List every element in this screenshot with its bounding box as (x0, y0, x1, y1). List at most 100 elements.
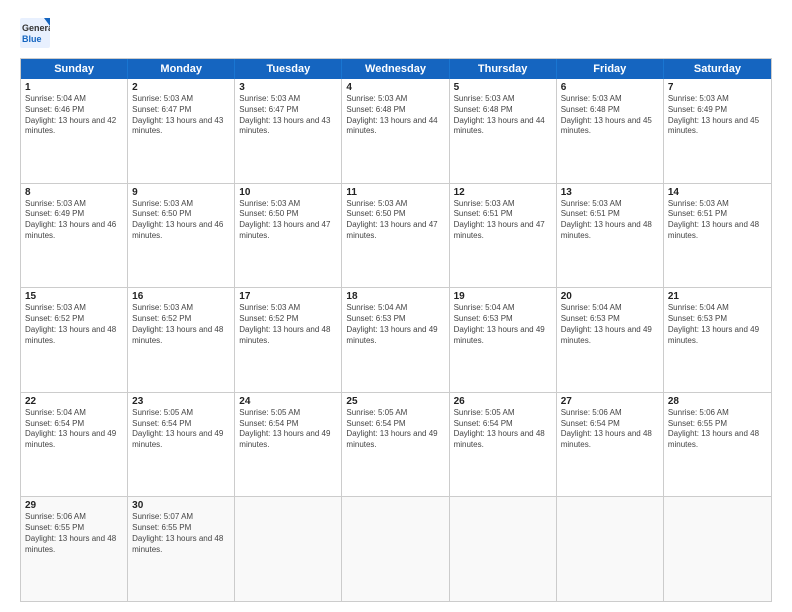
day-number: 18 (346, 291, 444, 302)
day-number: 3 (239, 82, 337, 93)
calendar-cell: 23Sunrise: 5:05 AMSunset: 6:54 PMDayligh… (128, 393, 235, 497)
day-info: Sunrise: 5:04 AMSunset: 6:53 PMDaylight:… (346, 303, 444, 346)
calendar-body: 1Sunrise: 5:04 AMSunset: 6:46 PMDaylight… (21, 79, 771, 601)
weekday-header: Saturday (664, 59, 771, 79)
day-number: 14 (668, 187, 767, 198)
day-number: 28 (668, 396, 767, 407)
day-number: 9 (132, 187, 230, 198)
calendar-cell: 15Sunrise: 5:03 AMSunset: 6:52 PMDayligh… (21, 288, 128, 392)
day-info: Sunrise: 5:06 AMSunset: 6:55 PMDaylight:… (25, 512, 123, 555)
day-info: Sunrise: 5:03 AMSunset: 6:48 PMDaylight:… (346, 94, 444, 137)
calendar-cell: 8Sunrise: 5:03 AMSunset: 6:49 PMDaylight… (21, 184, 128, 288)
day-number: 21 (668, 291, 767, 302)
day-info: Sunrise: 5:03 AMSunset: 6:48 PMDaylight:… (454, 94, 552, 137)
logo: General Blue (20, 18, 50, 48)
day-number: 29 (25, 500, 123, 511)
day-info: Sunrise: 5:05 AMSunset: 6:54 PMDaylight:… (346, 408, 444, 451)
weekday-header: Sunday (21, 59, 128, 79)
day-info: Sunrise: 5:03 AMSunset: 6:52 PMDaylight:… (25, 303, 123, 346)
svg-text:General: General (22, 23, 50, 33)
day-info: Sunrise: 5:03 AMSunset: 6:50 PMDaylight:… (132, 199, 230, 242)
calendar-cell: 4Sunrise: 5:03 AMSunset: 6:48 PMDaylight… (342, 79, 449, 183)
calendar-row: 1Sunrise: 5:04 AMSunset: 6:46 PMDaylight… (21, 79, 771, 183)
day-info: Sunrise: 5:04 AMSunset: 6:46 PMDaylight:… (25, 94, 123, 137)
calendar-cell (342, 497, 449, 601)
day-info: Sunrise: 5:03 AMSunset: 6:51 PMDaylight:… (561, 199, 659, 242)
calendar-cell: 13Sunrise: 5:03 AMSunset: 6:51 PMDayligh… (557, 184, 664, 288)
calendar-cell: 29Sunrise: 5:06 AMSunset: 6:55 PMDayligh… (21, 497, 128, 601)
day-number: 30 (132, 500, 230, 511)
calendar-cell: 22Sunrise: 5:04 AMSunset: 6:54 PMDayligh… (21, 393, 128, 497)
calendar-row: 29Sunrise: 5:06 AMSunset: 6:55 PMDayligh… (21, 496, 771, 601)
header: General Blue (20, 18, 772, 48)
calendar: SundayMondayTuesdayWednesdayThursdayFrid… (20, 58, 772, 602)
weekday-header: Friday (557, 59, 664, 79)
weekday-header: Monday (128, 59, 235, 79)
calendar-cell: 1Sunrise: 5:04 AMSunset: 6:46 PMDaylight… (21, 79, 128, 183)
calendar-cell: 20Sunrise: 5:04 AMSunset: 6:53 PMDayligh… (557, 288, 664, 392)
calendar-cell: 12Sunrise: 5:03 AMSunset: 6:51 PMDayligh… (450, 184, 557, 288)
day-info: Sunrise: 5:03 AMSunset: 6:52 PMDaylight:… (239, 303, 337, 346)
calendar-cell (450, 497, 557, 601)
day-number: 12 (454, 187, 552, 198)
calendar-cell: 10Sunrise: 5:03 AMSunset: 6:50 PMDayligh… (235, 184, 342, 288)
day-info: Sunrise: 5:04 AMSunset: 6:53 PMDaylight:… (561, 303, 659, 346)
calendar-cell: 26Sunrise: 5:05 AMSunset: 6:54 PMDayligh… (450, 393, 557, 497)
day-number: 1 (25, 82, 123, 93)
weekday-header: Wednesday (342, 59, 449, 79)
weekday-header: Thursday (450, 59, 557, 79)
day-info: Sunrise: 5:05 AMSunset: 6:54 PMDaylight:… (454, 408, 552, 451)
day-number: 8 (25, 187, 123, 198)
calendar-cell: 16Sunrise: 5:03 AMSunset: 6:52 PMDayligh… (128, 288, 235, 392)
day-number: 10 (239, 187, 337, 198)
calendar-cell: 30Sunrise: 5:07 AMSunset: 6:55 PMDayligh… (128, 497, 235, 601)
calendar-cell: 3Sunrise: 5:03 AMSunset: 6:47 PMDaylight… (235, 79, 342, 183)
calendar-cell: 25Sunrise: 5:05 AMSunset: 6:54 PMDayligh… (342, 393, 449, 497)
calendar-cell: 21Sunrise: 5:04 AMSunset: 6:53 PMDayligh… (664, 288, 771, 392)
day-info: Sunrise: 5:05 AMSunset: 6:54 PMDaylight:… (239, 408, 337, 451)
calendar-cell (235, 497, 342, 601)
day-info: Sunrise: 5:04 AMSunset: 6:53 PMDaylight:… (668, 303, 767, 346)
day-number: 6 (561, 82, 659, 93)
calendar-header: SundayMondayTuesdayWednesdayThursdayFrid… (21, 59, 771, 79)
day-info: Sunrise: 5:03 AMSunset: 6:51 PMDaylight:… (668, 199, 767, 242)
day-info: Sunrise: 5:03 AMSunset: 6:51 PMDaylight:… (454, 199, 552, 242)
calendar-cell: 7Sunrise: 5:03 AMSunset: 6:49 PMDaylight… (664, 79, 771, 183)
day-number: 26 (454, 396, 552, 407)
day-info: Sunrise: 5:03 AMSunset: 6:52 PMDaylight:… (132, 303, 230, 346)
calendar-cell: 27Sunrise: 5:06 AMSunset: 6:54 PMDayligh… (557, 393, 664, 497)
weekday-header: Tuesday (235, 59, 342, 79)
day-number: 16 (132, 291, 230, 302)
calendar-cell: 11Sunrise: 5:03 AMSunset: 6:50 PMDayligh… (342, 184, 449, 288)
calendar-row: 15Sunrise: 5:03 AMSunset: 6:52 PMDayligh… (21, 287, 771, 392)
day-number: 24 (239, 396, 337, 407)
day-number: 19 (454, 291, 552, 302)
day-info: Sunrise: 5:04 AMSunset: 6:53 PMDaylight:… (454, 303, 552, 346)
day-info: Sunrise: 5:06 AMSunset: 6:55 PMDaylight:… (668, 408, 767, 451)
calendar-cell: 28Sunrise: 5:06 AMSunset: 6:55 PMDayligh… (664, 393, 771, 497)
day-info: Sunrise: 5:06 AMSunset: 6:54 PMDaylight:… (561, 408, 659, 451)
calendar-row: 8Sunrise: 5:03 AMSunset: 6:49 PMDaylight… (21, 183, 771, 288)
day-info: Sunrise: 5:03 AMSunset: 6:49 PMDaylight:… (668, 94, 767, 137)
day-number: 15 (25, 291, 123, 302)
calendar-cell: 19Sunrise: 5:04 AMSunset: 6:53 PMDayligh… (450, 288, 557, 392)
calendar-cell (664, 497, 771, 601)
day-info: Sunrise: 5:07 AMSunset: 6:55 PMDaylight:… (132, 512, 230, 555)
calendar-cell: 2Sunrise: 5:03 AMSunset: 6:47 PMDaylight… (128, 79, 235, 183)
day-number: 5 (454, 82, 552, 93)
day-number: 2 (132, 82, 230, 93)
day-info: Sunrise: 5:03 AMSunset: 6:50 PMDaylight:… (346, 199, 444, 242)
logo-shape-icon: General Blue (20, 18, 50, 48)
day-number: 27 (561, 396, 659, 407)
day-info: Sunrise: 5:05 AMSunset: 6:54 PMDaylight:… (132, 408, 230, 451)
calendar-cell: 14Sunrise: 5:03 AMSunset: 6:51 PMDayligh… (664, 184, 771, 288)
calendar-cell: 6Sunrise: 5:03 AMSunset: 6:48 PMDaylight… (557, 79, 664, 183)
day-info: Sunrise: 5:03 AMSunset: 6:50 PMDaylight:… (239, 199, 337, 242)
day-info: Sunrise: 5:03 AMSunset: 6:49 PMDaylight:… (25, 199, 123, 242)
calendar-cell (557, 497, 664, 601)
day-number: 7 (668, 82, 767, 93)
calendar-cell: 5Sunrise: 5:03 AMSunset: 6:48 PMDaylight… (450, 79, 557, 183)
calendar-cell: 24Sunrise: 5:05 AMSunset: 6:54 PMDayligh… (235, 393, 342, 497)
day-number: 11 (346, 187, 444, 198)
day-info: Sunrise: 5:03 AMSunset: 6:47 PMDaylight:… (132, 94, 230, 137)
